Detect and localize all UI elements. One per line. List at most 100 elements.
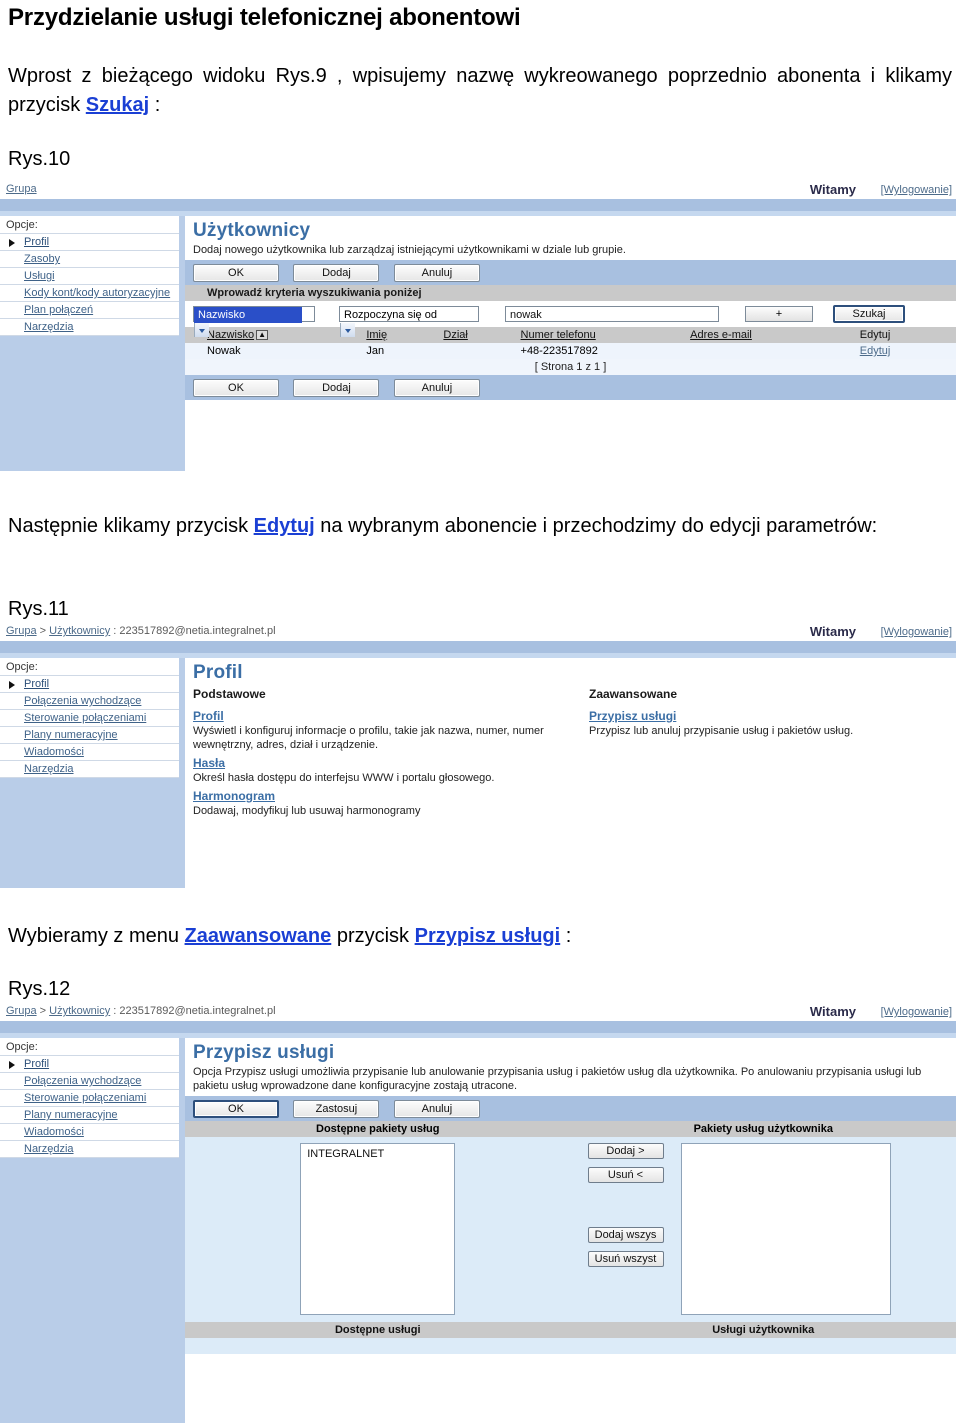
sidebar-item-profil[interactable]: Profil	[0, 676, 179, 693]
zastosuj-button[interactable]: Zastosuj	[293, 1100, 380, 1118]
usun-button[interactable]: Usuń <	[587, 1167, 664, 1183]
ok-button-bottom[interactable]: OK	[193, 379, 279, 397]
logout-link[interactable]: [Wylogowanie]	[881, 184, 952, 196]
rys12-footer-headers: Dostępne usługi Usługi użytkownika	[185, 1322, 956, 1338]
add-criterion-button[interactable]: +	[745, 306, 813, 322]
sidebar-item-narzedzia[interactable]: Narzędzia	[0, 761, 179, 778]
list-item[interactable]: INTEGRALNET	[307, 1148, 448, 1160]
col-nazwisko[interactable]: Nazwisko ▲	[185, 327, 363, 343]
link-profil[interactable]: Profil	[193, 705, 573, 723]
sidebar-item-wiadomosci[interactable]: Wiadomości	[0, 744, 179, 761]
cell-edytuj: Edytuj	[855, 343, 956, 359]
col-dzial[interactable]: Dział	[439, 327, 517, 343]
desc-przypisz-uslugi: Przypisz lub anuluj przypisanie usług i …	[589, 725, 854, 737]
col-numer-telefonu[interactable]: Numer telefonu	[516, 327, 687, 343]
rys12-assigned-col	[680, 1143, 957, 1315]
rys10-button-bar-top: OK Dodaj Anuluj	[185, 260, 956, 285]
col-edytuj: Edytuj	[855, 327, 956, 343]
link-harmonogram[interactable]: Harmonogram	[193, 785, 573, 803]
link-przypisz-uslugi[interactable]: Przypisz usługi	[589, 705, 929, 723]
paragraph-intro-text-b: :	[149, 94, 161, 116]
rys11-column-basic: Podstawowe Profil Wyświetl i konfiguruj …	[193, 687, 589, 818]
rys10-criteria-bar: Wprowadź kryteria wyszukiwania poniżej	[185, 285, 956, 301]
sidebar-item-polaczenia-wychodzace[interactable]: Połączenia wychodzące	[0, 693, 179, 710]
caret-right-icon	[9, 681, 15, 689]
col-adres-email[interactable]: Adres e-mail	[686, 327, 856, 343]
edytuj-link[interactable]: Edytuj	[860, 345, 891, 357]
col-imie[interactable]: Imię	[362, 327, 440, 343]
breadcrumb: Grupa > Użytkownicy : 223517892@netia.in…	[6, 1005, 276, 1017]
breadcrumb-grupa[interactable]: Grupa	[6, 1005, 37, 1017]
link-przypisz-uslugi-text[interactable]: Przypisz usługi	[415, 925, 561, 947]
desc-profil: Wyświetl i konfiguruj informacje o profi…	[193, 725, 544, 751]
sidebar-item-narzedzia[interactable]: Narzędzia	[0, 319, 179, 336]
welcome-label: Witamy	[809, 1004, 856, 1019]
sidebar-item-plany-numeracyjne[interactable]: Plany numeracyjne	[0, 1107, 179, 1124]
breadcrumb-grupa[interactable]: Grupa	[6, 183, 37, 195]
rys11-sidebar-panel: Opcje: Profil Połączenia wychodzące Ster…	[0, 658, 179, 778]
sidebar-item-label: Zasoby	[24, 253, 61, 265]
anuluj-button[interactable]: Anuluj	[393, 264, 480, 282]
caret-right-icon	[9, 239, 15, 247]
link-edytuj[interactable]: Edytuj	[254, 515, 315, 537]
rys11-body: Opcje: Profil Połączenia wychodzące Ster…	[0, 658, 956, 888]
sidebar-item-kody-kont[interactable]: Kody kont/kody autoryzacyjne	[0, 285, 179, 302]
sidebar-item-profil[interactable]: Profil	[0, 1056, 179, 1073]
sidebar-item-narzedzia[interactable]: Narzędzia	[0, 1141, 179, 1158]
sidebar-item-label: Połączenia wychodzące	[24, 695, 142, 707]
rys12-heading: Przypisz usługi	[193, 1042, 335, 1063]
rys10-main: Użytkownicy Dodaj nowego użytkownika lub…	[185, 216, 956, 471]
breadcrumb-grupa[interactable]: Grupa	[6, 625, 37, 637]
welcome-label: Witamy	[809, 624, 856, 639]
search-input[interactable]: nowak	[505, 306, 719, 322]
link-hasla[interactable]: Hasła	[193, 752, 573, 770]
sidebar-item-label: Narzędzia	[24, 321, 74, 333]
sidebar-item-polaczenia-wychodzace[interactable]: Połączenia wychodzące	[0, 1073, 179, 1090]
ok-button[interactable]: OK	[193, 264, 279, 282]
sidebar-item-label: Sterowanie połączeniami	[24, 1092, 147, 1104]
available-packages-list[interactable]: INTEGRALNET	[300, 1143, 456, 1315]
sidebar-item-profil[interactable]: Profil	[0, 234, 179, 251]
dodaj-button-bottom[interactable]: Dodaj	[293, 379, 380, 397]
sidebar-item-label: Plan połączeń	[24, 304, 94, 316]
rys12-column-headers: Dostępne pakiety usług Pakiety usług uży…	[185, 1121, 956, 1137]
link-zaawansowane[interactable]: Zaawansowane	[185, 925, 332, 947]
dodaj-button[interactable]: Dodaj >	[587, 1143, 664, 1159]
rys12-sidebar: Opcje: Profil Połączenia wychodzące Ster…	[0, 1038, 185, 1423]
cell-numer: +48-223517892	[516, 343, 687, 359]
dodaj-button[interactable]: Dodaj	[293, 264, 380, 282]
sidebar-item-plan-polaczen[interactable]: Plan połączeń	[0, 302, 179, 319]
sidebar-item-sterowanie-polaczeniami[interactable]: Sterowanie połączeniami	[0, 1090, 179, 1107]
rys10-bottom-spacer	[185, 400, 956, 426]
screenshot-rys10: Grupa Witamy [Wylogowanie] Opcje: Profil…	[0, 182, 956, 471]
assigned-packages-list[interactable]	[680, 1143, 891, 1315]
sidebar-item-uslugi[interactable]: Usługi	[0, 268, 179, 285]
dodaj-wszystkie-button[interactable]: Dodaj wszys	[587, 1227, 664, 1243]
szukaj-button[interactable]: Szukaj	[833, 305, 905, 323]
rys10-subtext: Dodaj nowego użytkownika lub zarządzaj i…	[193, 244, 626, 256]
breadcrumb-uzytkownicy[interactable]: Użytkownicy	[49, 1005, 110, 1017]
operator-select[interactable]: Rozpoczyna się od	[339, 306, 479, 337]
rys12-subtext: Opcja Przypisz usługi umożliwia przypisa…	[193, 1066, 922, 1092]
sidebar-item-label: Narzędzia	[24, 763, 74, 775]
sidebar-item-plany-numeracyjne[interactable]: Plany numeracyjne	[0, 727, 179, 744]
logout-link[interactable]: [Wylogowanie]	[881, 1006, 952, 1018]
breadcrumb-uzytkownicy[interactable]: Użytkownicy	[49, 625, 110, 637]
logout-link[interactable]: [Wylogowanie]	[881, 626, 952, 638]
usun-wszystkie-button[interactable]: Usuń wszyst	[587, 1251, 664, 1267]
sidebar-item-sterowanie-polaczeniami[interactable]: Sterowanie połączeniami	[0, 710, 179, 727]
paragraph-intro: Wprost z bieżącego widoku Rys.9 , wpisuj…	[8, 62, 952, 120]
link-szukaj[interactable]: Szukaj	[86, 94, 149, 116]
field-select[interactable]: Nazwisko	[193, 306, 315, 337]
anuluj-button[interactable]: Anuluj	[393, 1100, 480, 1118]
sidebar-item-wiadomosci[interactable]: Wiadomości	[0, 1124, 179, 1141]
ok-button[interactable]: OK	[193, 1100, 279, 1118]
rys11-sidebar: Opcje: Profil Połączenia wychodzące Ster…	[0, 658, 185, 888]
anuluj-button-bottom[interactable]: Anuluj	[393, 379, 480, 397]
paragraph-assign-text-mid: przycisk	[331, 925, 415, 947]
sidebar-item-zasoby[interactable]: Zasoby	[0, 251, 179, 268]
rys11-main: Profil Podstawowe Profil Wyświetl i konf…	[185, 658, 956, 888]
sidebar-title: Opcje:	[0, 1038, 179, 1056]
cell-nazwisko: Nowak	[185, 343, 363, 359]
rys12-breadcrumb-bar: Grupa > Użytkownicy : 223517892@netia.in…	[0, 1004, 956, 1021]
